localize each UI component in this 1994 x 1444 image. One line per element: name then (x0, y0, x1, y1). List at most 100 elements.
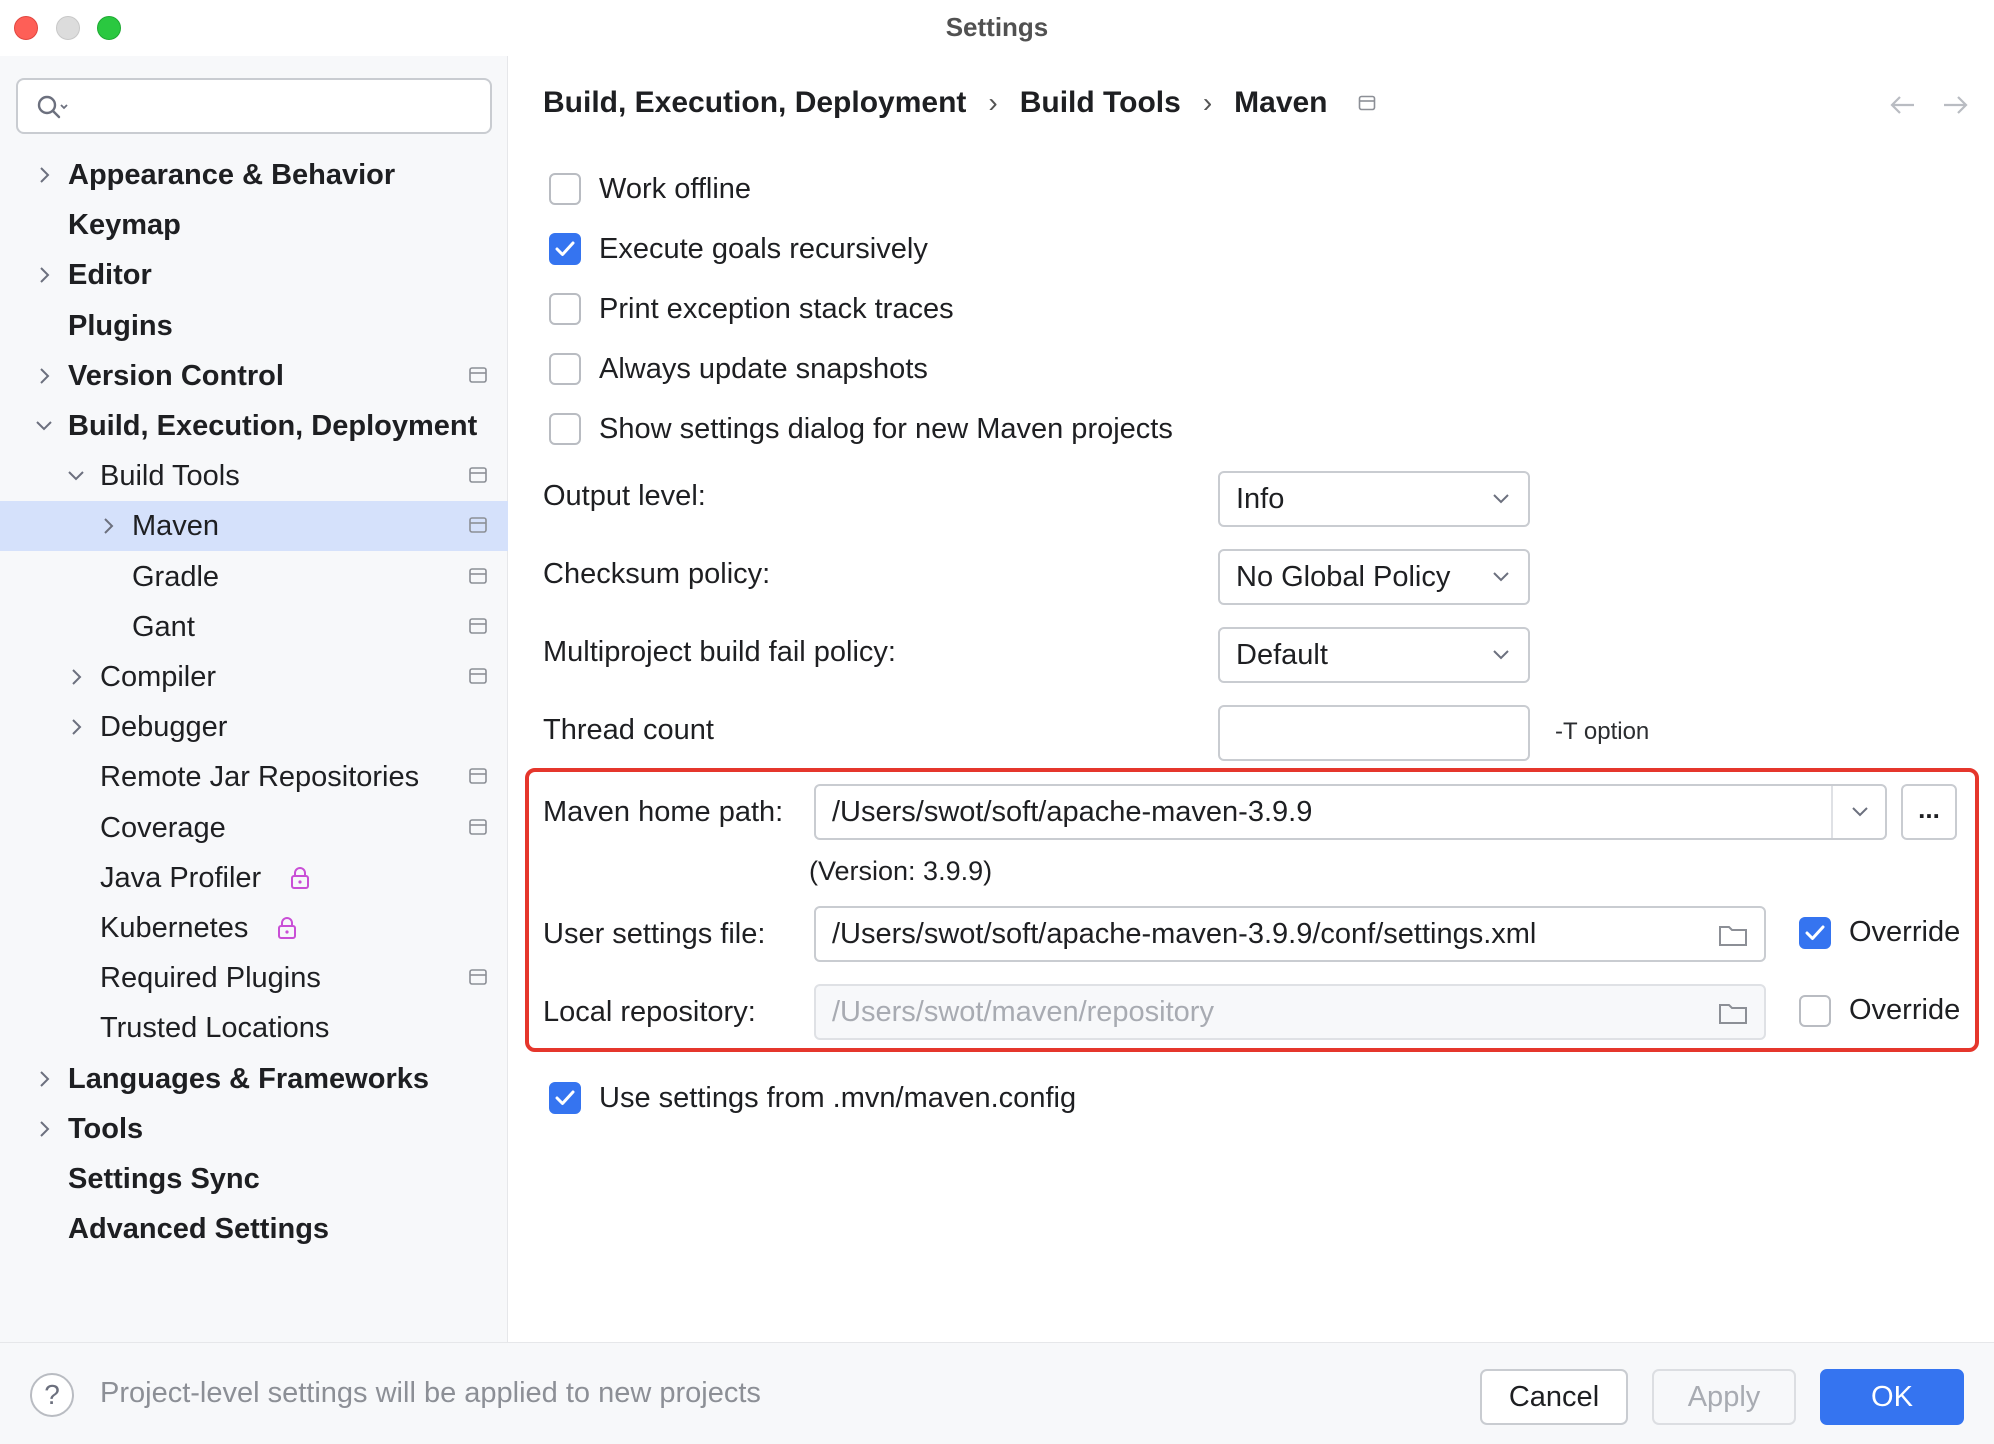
sidebar-item[interactable]: Tools (0, 1104, 508, 1154)
sidebar-item-label: Editor (68, 259, 152, 292)
back-arrow-icon[interactable] (1888, 94, 1918, 116)
execute-goals-checkbox[interactable] (549, 233, 581, 265)
sidebar-item-label: Keymap (68, 209, 181, 242)
show-settings-dialog-checkbox[interactable] (549, 413, 581, 445)
use-mvn-config-option[interactable]: Use settings from .mvn/maven.config (549, 1080, 1076, 1116)
dialog-footer: ? Project-level settings will be applied… (0, 1342, 1994, 1444)
sidebar-item[interactable]: Required Plugins (0, 953, 508, 1003)
sidebar-item[interactable]: Build, Execution, Deployment (0, 401, 508, 451)
thread-count-input[interactable] (1218, 705, 1530, 761)
sidebar-item[interactable]: Plugins (0, 301, 508, 351)
checkmark-icon (555, 1090, 575, 1105)
breadcrumb-separator-icon: › (1202, 87, 1213, 118)
folder-icon[interactable] (1718, 922, 1748, 948)
output-level-value: Info (1236, 483, 1285, 515)
breadcrumb-item[interactable]: Build Tools (1020, 86, 1181, 120)
user-settings-input[interactable]: /Users/swot/soft/apache-maven-3.9.9/conf… (814, 906, 1766, 962)
folder-icon (1719, 1004, 1747, 1024)
sidebar-item-label: Debugger (100, 711, 228, 744)
print-exception-checkbox[interactable] (549, 293, 581, 325)
breadcrumb-item[interactable]: Build, Execution, Deployment (543, 86, 966, 120)
sidebar-item[interactable]: Version Control (0, 351, 508, 401)
chevron-right-icon[interactable] (34, 1104, 54, 1154)
chevron-down-icon[interactable] (34, 401, 54, 451)
title-bar: Settings (0, 0, 1994, 56)
local-repo-override-checkbox[interactable] (1799, 994, 1831, 1027)
local-repo-override[interactable]: Override (1799, 994, 1960, 1027)
chevron-right-icon[interactable] (34, 150, 54, 200)
sidebar-item[interactable]: Appearance & Behavior (0, 150, 508, 200)
help-icon[interactable]: ? (30, 1373, 74, 1417)
work-offline-checkbox[interactable] (549, 173, 581, 205)
user-settings-override-checkbox[interactable] (1799, 916, 1831, 949)
checkmark-icon (555, 241, 575, 256)
search-input[interactable] (16, 78, 492, 134)
project-scope-icon (469, 818, 487, 835)
sidebar-item[interactable]: Java Profiler (0, 853, 508, 903)
forward-arrow-icon[interactable] (1940, 94, 1970, 116)
breadcrumb-separator-icon: › (988, 87, 998, 118)
sidebar-item[interactable]: Keymap (0, 200, 508, 250)
user-settings-value: /Users/swot/soft/apache-maven-3.9.9/conf… (832, 918, 1537, 950)
chevron-down-icon (1493, 650, 1509, 660)
sidebar-item[interactable]: Maven (0, 501, 508, 552)
multiproject-fail-label: Multiproject build fail policy: (543, 636, 896, 668)
chevron-right-icon[interactable] (66, 652, 86, 702)
local-repo-value: /Users/swot/maven/repository (832, 996, 1214, 1028)
work-offline-option[interactable]: Work offline (549, 171, 751, 207)
work-offline-label: Work offline (599, 172, 752, 205)
sidebar-item[interactable]: Gant (0, 602, 508, 652)
chevron-down-icon[interactable] (1851, 806, 1869, 818)
chevron-right-icon[interactable] (34, 351, 54, 401)
print-exception-option[interactable]: Print exception stack traces (549, 291, 954, 327)
show-settings-dialog-label: Show settings dialog for new Maven proje… (599, 412, 1173, 445)
always-update-option[interactable]: Always update snapshots (549, 351, 928, 387)
browse-maven-home-button[interactable]: ... (1901, 784, 1957, 840)
sidebar-item[interactable]: Trusted Locations (0, 1003, 508, 1053)
output-level-select[interactable]: Info (1218, 471, 1530, 527)
chevron-right-icon[interactable] (34, 1054, 54, 1104)
chevron-down-icon[interactable] (66, 451, 86, 501)
cancel-button[interactable]: Cancel (1480, 1369, 1628, 1425)
checkmark-icon (1805, 925, 1825, 940)
window-title: Settings (945, 12, 1049, 42)
project-scope-icon (469, 668, 487, 684)
maven-home-combobox[interactable]: /Users/swot/soft/apache-maven-3.9.9 (814, 784, 1887, 840)
apply-button[interactable]: Apply (1652, 1369, 1796, 1425)
local-repo-override-label: Override (1849, 994, 1961, 1026)
sidebar-item[interactable]: Gradle (0, 552, 508, 602)
sidebar-item[interactable]: Kubernetes (0, 903, 508, 953)
multiproject-fail-value: Default (1236, 639, 1328, 671)
lock-icon (278, 917, 296, 939)
chevron-right-icon[interactable] (66, 702, 86, 752)
user-settings-label: User settings file: (543, 918, 766, 950)
sidebar-item[interactable]: Compiler (0, 652, 508, 702)
sidebar-item[interactable]: Coverage (0, 803, 508, 853)
sidebar-item[interactable]: Settings Sync (0, 1154, 508, 1204)
multiproject-fail-select[interactable]: Default (1218, 627, 1530, 683)
chevron-right-icon[interactable] (98, 501, 118, 551)
sidebar-item-label: Build Tools (100, 460, 240, 493)
always-update-checkbox[interactable] (549, 353, 581, 385)
sidebar-item[interactable]: Build Tools (0, 451, 508, 501)
sidebar-item[interactable]: Advanced Settings (0, 1204, 508, 1254)
user-settings-override[interactable]: Override (1799, 916, 1960, 949)
use-mvn-config-checkbox[interactable] (549, 1082, 581, 1114)
chevron-right-icon[interactable] (34, 250, 54, 300)
sidebar-item-label: Gant (132, 610, 195, 643)
sidebar-item[interactable]: Languages & Frameworks (0, 1054, 508, 1104)
project-scope-icon (469, 366, 487, 383)
sidebar-item-label: Gradle (132, 560, 220, 593)
sidebar-item[interactable]: Editor (0, 250, 508, 300)
local-repo-label: Local repository: (543, 996, 756, 1028)
sidebar-item-label: Plugins (68, 309, 173, 342)
checksum-policy-select[interactable]: No Global Policy (1218, 549, 1530, 605)
sidebar-item-label: Java Profiler (100, 861, 262, 894)
execute-goals-option[interactable]: Execute goals recursively (549, 231, 928, 267)
sidebar-item[interactable]: Remote Jar Repositories (0, 752, 508, 802)
show-settings-dialog-option[interactable]: Show settings dialog for new Maven proje… (549, 411, 1173, 447)
thread-count-hint: -T option (1555, 718, 1650, 745)
sidebar-item-label: Build, Execution, Deployment (68, 410, 478, 442)
sidebar-item[interactable]: Debugger (0, 702, 508, 752)
ok-button[interactable]: OK (1820, 1369, 1964, 1425)
